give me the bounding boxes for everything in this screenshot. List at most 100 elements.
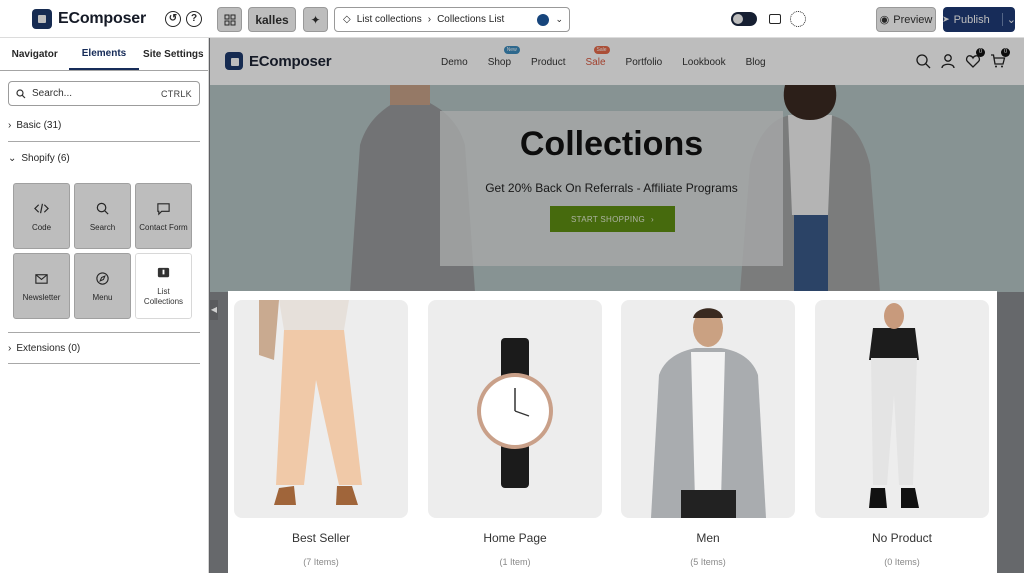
app-logo-text: EComposer [58, 10, 146, 27]
grid-icon [224, 14, 235, 25]
nav-sale-badge: Sale [593, 46, 610, 54]
theme-button[interactable]: kalles [248, 7, 296, 32]
element-contact-form[interactable]: Contact Form [135, 183, 192, 249]
search-icon [96, 202, 109, 215]
code-icon [34, 203, 49, 213]
element-list-collections-label: List Collections [143, 287, 184, 306]
publish-label: Publish [953, 13, 990, 26]
theme-label: kalles [255, 12, 289, 27]
collection-count: (5 Items) [690, 557, 726, 567]
nav-sale[interactable]: Sale Sale [586, 46, 610, 68]
nav-demo-label: Demo [441, 57, 468, 68]
nav-lookbook[interactable]: Lookbook [682, 57, 725, 68]
ecomposer-logo-icon [225, 52, 243, 70]
preview-label: Preview [893, 13, 933, 26]
mail-icon [35, 273, 48, 284]
collection-card[interactable]: Men (5 Items) [621, 300, 795, 567]
search-icon[interactable] [915, 53, 931, 74]
start-shopping-label: START SHOPPING [571, 214, 646, 224]
nav-demo[interactable]: Demo [441, 57, 468, 68]
nav-portfolio[interactable]: Portfolio [626, 57, 663, 68]
collection-image-men[interactable] [621, 300, 795, 518]
collapse-panel-button[interactable]: ◀ [210, 300, 218, 320]
collection-count: (7 Items) [303, 557, 339, 567]
element-search-label: Search [89, 222, 116, 232]
collection-title[interactable]: No Product [815, 531, 989, 545]
nav-blog[interactable]: Blog [746, 57, 766, 68]
nav-product-label: Product [531, 57, 566, 68]
tab-elements[interactable]: Elements [69, 38, 139, 70]
collection-count: (1 Item) [499, 557, 531, 567]
history-icon[interactable]: ↺ [165, 11, 181, 27]
hero-subtitle: Get 20% Back On Referrals - Affiliate Pr… [485, 181, 738, 195]
section-shopify-label: Shopify (6) [21, 152, 70, 164]
collection-title[interactable]: Men [621, 531, 795, 545]
element-code[interactable]: Code [13, 183, 70, 249]
cart-icon[interactable]: 0 [990, 48, 1010, 74]
app-logo[interactable]: EComposer [32, 9, 146, 29]
ecomposer-logo-icon [32, 9, 52, 29]
chevron-down-icon[interactable]: ⌄ [555, 14, 563, 25]
chevron-right-icon: › [8, 342, 12, 354]
account-icon[interactable] [940, 53, 956, 74]
element-newsletter[interactable]: Newsletter [13, 253, 70, 319]
section-extensions[interactable]: › Extensions (0) [8, 332, 200, 364]
shopify-elements-grid: Code Search Contact Form Newsletter Menu… [13, 183, 196, 323]
store-nav: Demo Shop New Product Sale Sale Portfolio … [441, 46, 786, 68]
search-shortcut: CTRLK [160, 88, 192, 99]
element-menu[interactable]: Menu [74, 253, 131, 319]
collection-image-home-page[interactable] [428, 300, 602, 518]
pages-grid-button[interactable] [217, 7, 242, 32]
element-list-collections[interactable]: List Collections [131, 249, 196, 323]
nav-portfolio-label: Portfolio [625, 57, 663, 68]
nav-shop-label: Shop [487, 57, 512, 68]
tab-navigator[interactable]: Navigator [0, 38, 69, 70]
page-breadcrumb[interactable]: ◇ List collections › Collections List ⌄ [334, 7, 570, 32]
wishlist-count: 0 [976, 48, 985, 57]
store-status-icon [537, 13, 550, 26]
collection-image-no-product[interactable] [815, 300, 989, 518]
element-search[interactable]: Search [74, 183, 131, 249]
message-icon [157, 202, 170, 215]
publish-button[interactable]: ➤ Publish ⌄ [942, 7, 1016, 32]
section-extensions-label: Extensions (0) [16, 342, 81, 354]
element-contact-form-label: Contact Form [139, 222, 188, 232]
nav-product[interactable]: Product [531, 57, 565, 68]
wishlist-icon[interactable]: 0 [965, 48, 985, 74]
collection-card[interactable]: No Product (0 Items) [815, 300, 989, 567]
breadcrumb-parent[interactable]: List collections [357, 14, 422, 25]
publish-dropdown-icon[interactable]: ⌄ [1001, 13, 1016, 26]
collection-card[interactable]: Home Page (1 Item) [428, 300, 602, 567]
apps-button[interactable]: ✦ [303, 7, 328, 32]
list-collections-section[interactable]: Best Seller (7 Items) Home Page (1 Item) [228, 291, 997, 573]
collection-title[interactable]: Home Page [428, 531, 602, 545]
element-search-input[interactable]: Search... CTRLK [8, 81, 200, 106]
dark-mode-toggle[interactable] [731, 12, 757, 26]
editor-canvas: EComposer Demo Shop New Product Sale Sale … [210, 38, 1024, 573]
preview-button[interactable]: ◉ Preview [876, 7, 936, 32]
help-icon[interactable]: ? [186, 11, 202, 27]
hero-title: Collections [519, 125, 704, 163]
puzzle-icon: ✦ [310, 12, 321, 27]
breadcrumb-current[interactable]: Collections List [437, 14, 504, 25]
search-icon [16, 88, 26, 98]
section-shopify[interactable]: ⌄ Shopify (6) [8, 142, 200, 174]
editor-toolbar: EComposer ↺ ? kalles ✦ ◇ List collection… [0, 0, 1024, 38]
collection-card[interactable]: Best Seller (7 Items) [234, 300, 408, 567]
desktop-icon[interactable] [769, 14, 781, 24]
tab-site-settings[interactable]: Site Settings [139, 38, 208, 70]
chevron-down-icon: ⌄ [8, 152, 17, 164]
section-basic-label: Basic (31) [16, 120, 62, 131]
collection-image-best-seller[interactable] [234, 300, 408, 518]
store-logo[interactable]: EComposer [225, 52, 332, 70]
start-shopping-button[interactable]: START SHOPPING › [550, 206, 675, 232]
nav-shop[interactable]: Shop New [487, 46, 520, 68]
settings-gear-icon[interactable] [790, 11, 806, 27]
section-basic[interactable]: › Basic (31) [8, 110, 200, 142]
element-code-label: Code [31, 222, 52, 232]
collection-count: (0 Items) [884, 557, 920, 567]
collection-title[interactable]: Best Seller [234, 531, 408, 545]
rocket-icon: ➤ [942, 14, 950, 24]
store-header: EComposer Demo Shop New Product Sale Sale … [210, 38, 1024, 85]
search-placeholder: Search... [32, 88, 73, 99]
